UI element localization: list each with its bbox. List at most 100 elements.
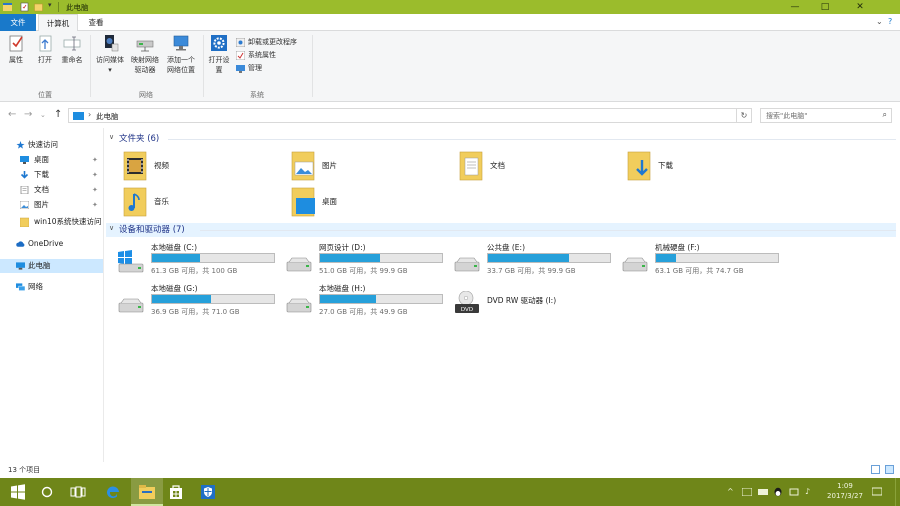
battery-icon[interactable]: [789, 487, 799, 497]
drive-h[interactable]: 本地磁盘 (H:) 27.0 GB 可用，共 49.9 GB: [274, 283, 443, 321]
nav-label: win10系统快速访问: [34, 217, 102, 226]
customize-quick-access-icon[interactable]: ▾: [48, 1, 57, 11]
refresh-button[interactable]: ↻: [736, 108, 752, 123]
collapse-chevron-icon[interactable]: ∨: [109, 224, 114, 232]
address-field[interactable]: › 此电脑 ⌄: [68, 108, 750, 123]
nav-item-pictures[interactable]: 图片 ✦: [0, 198, 103, 212]
group-separator: [90, 35, 91, 97]
file-explorer-taskbar-button[interactable]: [131, 478, 163, 506]
edge-browser-icon[interactable]: [105, 484, 121, 500]
close-button[interactable]: ✕: [840, 0, 880, 14]
folder-music[interactable]: 音乐: [110, 184, 270, 220]
drive-space-info: 61.3 GB 可用，共 100 GB: [151, 267, 238, 275]
downloads-folder-icon: [627, 151, 651, 181]
status-bar: 13 个项目: [0, 462, 900, 478]
section-folders-header[interactable]: ∨ 文件夹 (6): [106, 132, 896, 146]
windows-start-icon[interactable]: [10, 484, 26, 500]
notifications-icon[interactable]: [872, 487, 882, 497]
properties-quick-icon[interactable]: [20, 2, 29, 12]
qq-icon[interactable]: [773, 487, 783, 497]
large-icons-view-icon[interactable]: [885, 465, 894, 474]
tab-view[interactable]: 查看: [80, 14, 112, 31]
task-view-icon[interactable]: [70, 484, 86, 500]
access-media-button[interactable]: 访问媒体 ▾: [94, 33, 126, 75]
nav-item-downloads[interactable]: 下载 ✦: [0, 168, 103, 182]
drive-name: 本地磁盘 (H:): [319, 284, 366, 293]
breadcrumb[interactable]: 此电脑: [96, 111, 119, 122]
folder-name: 音乐: [154, 197, 169, 206]
recent-locations-icon[interactable]: ⌄: [40, 111, 46, 119]
properties-button[interactable]: 属性: [4, 33, 28, 65]
drive-e[interactable]: 公共盘 (E:) 33.7 GB 可用，共 99.9 GB: [442, 242, 611, 280]
nav-item-documents[interactable]: 文档 ✦: [0, 183, 103, 197]
store-icon[interactable]: [168, 484, 184, 500]
folder-pictures[interactable]: 图片: [278, 148, 438, 184]
navigation-pane[interactable]: 快速访问 桌面 ✦ 下载 ✦ 文档 ✦ 图片 ✦ win10系统快速访问 One…: [0, 128, 104, 462]
search-input[interactable]: 搜索"此电脑" ⌕: [760, 108, 892, 123]
nav-item-network[interactable]: 网络: [0, 280, 103, 294]
group-separator: [312, 35, 313, 97]
back-button[interactable]: ←: [8, 109, 16, 120]
drive-d[interactable]: 网页设计 (D:) 51.0 GB 可用，共 99.9 GB: [274, 242, 443, 280]
minimize-button[interactable]: —: [780, 0, 810, 14]
group-separator: [203, 35, 204, 97]
folder-downloads[interactable]: 下载: [614, 148, 774, 184]
add-network-location-button[interactable]: 添加一个网络位置: [164, 33, 198, 75]
pin-icon[interactable]: ✦: [92, 183, 98, 197]
nav-item-this-pc[interactable]: 此电脑: [0, 259, 103, 273]
ribbon-tabs: 文件 计算机 查看 ⌄ ?: [0, 14, 900, 32]
group-location-label: 位置: [38, 91, 52, 99]
nav-item-quick-access[interactable]: 快速访问: [0, 138, 103, 152]
uninstall-program-button[interactable]: 卸载或更改程序: [236, 37, 297, 48]
show-hidden-icons-icon[interactable]: ^: [727, 487, 734, 496]
up-button[interactable]: ↑: [54, 109, 62, 120]
folder-videos[interactable]: 视频: [110, 148, 270, 184]
rename-button[interactable]: 重命名: [58, 33, 86, 65]
open-settings-button[interactable]: 打开设置: [206, 33, 232, 75]
clock[interactable]: 1:09 2017/3/27: [822, 481, 868, 501]
folder-documents[interactable]: 文档: [446, 148, 606, 184]
section-divider: [168, 139, 896, 140]
pin-icon[interactable]: ✦: [92, 153, 98, 167]
drive-c[interactable]: 本地磁盘 (C:) 61.3 GB 可用，共 100 GB: [106, 242, 275, 280]
nav-item-desktop[interactable]: 桌面 ✦: [0, 153, 103, 167]
nav-item-onedrive[interactable]: OneDrive: [0, 237, 103, 251]
tab-computer[interactable]: 计算机: [38, 14, 78, 32]
item-count: 13 个项目: [8, 466, 41, 474]
folder-desktop[interactable]: 桌面: [278, 184, 438, 220]
manage-button[interactable]: 管理: [236, 63, 262, 74]
volume-icon[interactable]: ♪: [805, 487, 810, 496]
tray-app-icon[interactable]: [742, 488, 752, 496]
security-shield-icon[interactable]: [200, 484, 216, 500]
help-icon[interactable]: ?: [888, 17, 892, 26]
drive-i-dvd[interactable]: DVD DVD RW 驱动器 (I:): [442, 283, 608, 321]
drive-g[interactable]: 本地磁盘 (G:) 36.9 GB 可用，共 71.0 GB: [106, 283, 275, 321]
expand-ribbon-icon[interactable]: ⌄: [876, 17, 883, 26]
maximize-button[interactable]: □: [810, 0, 840, 14]
open-button[interactable]: 打开: [32, 33, 58, 65]
nav-label: 此电脑: [28, 261, 51, 270]
search-icon[interactable]: [39, 484, 55, 500]
new-folder-quick-icon[interactable]: [34, 2, 43, 12]
tray-app-icon[interactable]: [758, 488, 768, 496]
windows-drive-icon: [118, 250, 144, 273]
details-view-icon[interactable]: [871, 465, 880, 474]
forward-button[interactable]: →: [24, 109, 32, 120]
map-network-drive-button[interactable]: 映射网络驱动器: [128, 33, 162, 75]
computer-icon: [16, 262, 25, 270]
drive-f[interactable]: 机械硬盘 (F:) 63.1 GB 可用，共 74.7 GB: [610, 242, 779, 280]
tab-file[interactable]: 文件: [0, 14, 36, 31]
group-system-label: 系统: [250, 91, 264, 99]
drive-space-info: 27.0 GB 可用，共 49.9 GB: [319, 308, 408, 316]
collapse-chevron-icon[interactable]: ∨: [109, 133, 114, 141]
drive-space-info: 36.9 GB 可用，共 71.0 GB: [151, 308, 240, 316]
pin-icon[interactable]: ✦: [92, 198, 98, 212]
search-icon[interactable]: ⌕: [883, 110, 887, 120]
pin-icon[interactable]: ✦: [92, 168, 98, 182]
rename-icon: [63, 36, 81, 51]
nav-item-win10-folder[interactable]: win10系统快速访问: [0, 215, 103, 229]
section-drives-header[interactable]: ∨ 设备和驱动器 (7): [106, 223, 896, 237]
show-desktop-button[interactable]: [895, 478, 900, 506]
drive-usage-fill: [320, 295, 377, 303]
system-properties-button[interactable]: 系统属性: [236, 50, 276, 61]
